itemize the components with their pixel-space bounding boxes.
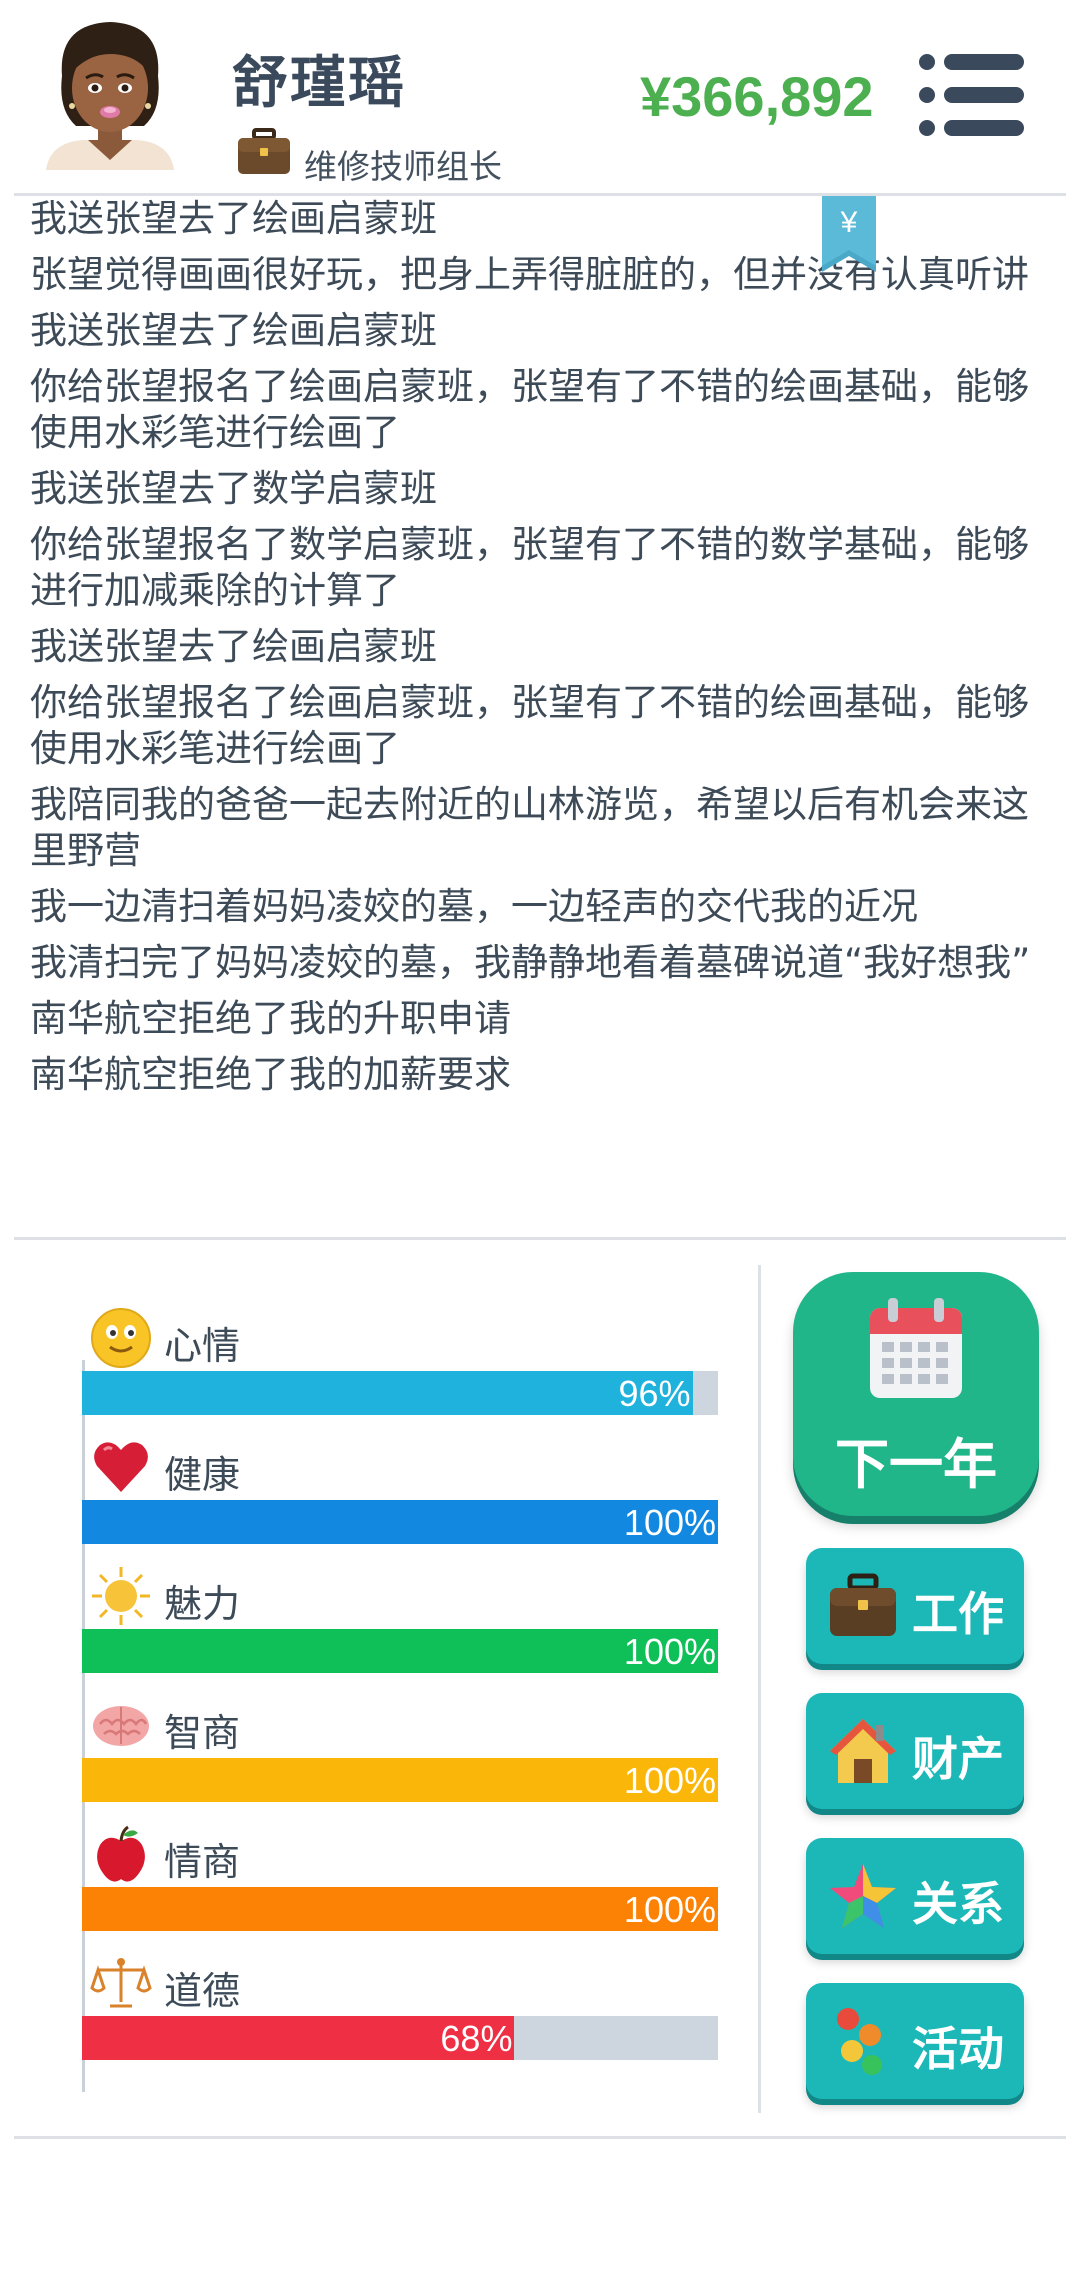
log-entry: 南华航空拒绝了我的加薪要求 xyxy=(30,1053,511,1096)
briefcase-icon xyxy=(238,128,290,174)
stat-percent: 96% xyxy=(618,1373,691,1414)
stat-bar-fill: 100% xyxy=(82,1887,718,1931)
activities-label: 活动 xyxy=(912,2022,1004,2076)
stat-bar-fill: 100% xyxy=(82,1500,718,1544)
next-year-label: 下一年 xyxy=(835,1433,997,1496)
money-balance: ¥366,892 xyxy=(640,65,874,128)
log-entry: 我送张望去了绘画启蒙班 xyxy=(30,625,437,668)
brain-icon xyxy=(90,1694,152,1756)
stat-percent: 68% xyxy=(440,2018,513,2059)
apple-icon xyxy=(90,1823,152,1885)
log-entry: 你给张望报名了数学启蒙班，张望有了不错的数学基础，能够进行加减乘除的计算了 xyxy=(30,523,1029,612)
stat-bar-track: 100% xyxy=(82,1629,718,1673)
stat-bar-track: 68% xyxy=(82,2016,718,2060)
stat-bar-fill: 96% xyxy=(82,1371,693,1415)
work-button[interactable]: 工作 xyxy=(806,1548,1024,1664)
activities-button[interactable]: 活动 xyxy=(806,1983,1024,2099)
relations-button[interactable]: 关系 xyxy=(806,1838,1024,1954)
log-divider xyxy=(14,1237,1066,1240)
life-sim-screen: 舒瑾瑶 维修技师组长 ¥366,892 我送张望去了绘画启蒙班张望觉得画画很好玩… xyxy=(0,0,1080,2280)
briefcase-icon xyxy=(830,1573,896,1636)
stat-row: 情商 100% xyxy=(82,1811,722,1941)
log-entry: 我陪同我的爸爸一起去附近的山林游览，希望以后有机会来这里野营 xyxy=(30,783,1029,872)
smiley-icon xyxy=(90,1307,152,1369)
stat-row: 健康 100% xyxy=(82,1424,722,1554)
stat-bar-track: 100% xyxy=(82,1500,718,1544)
heart-icon xyxy=(90,1436,152,1498)
house-icon xyxy=(830,1719,896,1783)
log-entry: 我送张望去了绘画启蒙班 xyxy=(30,309,437,352)
stat-label: 健康 xyxy=(164,1453,241,1497)
profile-header: 舒瑾瑶 维修技师组长 ¥366,892 xyxy=(0,0,1080,195)
attribute-stats: 心情 96% 健康 100% 魅力 100% 智商 100% 情商 100% 道德 68% xyxy=(82,1295,722,2095)
stat-row: 心情 96% xyxy=(82,1295,722,1425)
stat-label: 心情 xyxy=(164,1324,241,1368)
stat-bar-fill: 100% xyxy=(82,1758,718,1802)
stat-label: 道德 xyxy=(164,1969,241,2013)
stat-percent: 100% xyxy=(623,1502,716,1543)
vertical-divider xyxy=(758,1265,761,2113)
stat-percent: 100% xyxy=(623,1760,716,1801)
log-entry: 你给张望报名了绘画启蒙班，张望有了不错的绘画基础，能够使用水彩笔进行绘画了 xyxy=(30,365,1029,454)
bottom-divider xyxy=(14,2136,1066,2139)
log-entry: 你给张望报名了绘画启蒙班，张望有了不错的绘画基础，能够使用水彩笔进行绘画了 xyxy=(30,681,1029,770)
scales-icon xyxy=(90,1952,152,2014)
log-entry: 我一边清扫着妈妈凌姣的墓，一边轻声的交代我的近况 xyxy=(30,885,918,928)
property-label: 财产 xyxy=(912,1732,1004,1786)
stat-label: 魅力 xyxy=(164,1582,241,1626)
log-entry: 我送张望去了绘画启蒙班 xyxy=(30,197,437,240)
stat-percent: 100% xyxy=(623,1889,716,1930)
next-year-button[interactable]: 下一年 xyxy=(793,1272,1039,1516)
work-label: 工作 xyxy=(912,1587,1004,1641)
sun-icon xyxy=(90,1565,152,1627)
player-name: 舒瑾瑶 xyxy=(232,51,406,116)
log-entry: 南华航空拒绝了我的升职申请 xyxy=(30,997,511,1040)
log-entry: 我送张望去了数学启蒙班 xyxy=(30,467,437,510)
stat-label: 情商 xyxy=(164,1840,241,1884)
property-button[interactable]: 财产 xyxy=(806,1693,1024,1809)
stat-bar-fill: 68% xyxy=(82,2016,515,2060)
stat-bar-track: 96% xyxy=(82,1371,718,1415)
relations-label: 关系 xyxy=(912,1877,1004,1931)
stat-row: 魅力 100% xyxy=(82,1553,722,1683)
stat-bar-fill: 100% xyxy=(82,1629,718,1673)
stat-row: 道德 68% xyxy=(82,1940,722,2070)
job-title: 维修技师组长 xyxy=(304,147,502,186)
stat-percent: 100% xyxy=(623,1631,716,1672)
menu-icon[interactable] xyxy=(918,52,1026,138)
dots-icon xyxy=(837,2008,882,2075)
log-entry: 我清扫完了妈妈凌姣的墓，我静静地看着墓碑说道“我好想我” xyxy=(30,941,1031,984)
stat-bar-track: 100% xyxy=(82,1758,718,1802)
calendar-icon xyxy=(870,1298,962,1398)
stat-label: 智商 xyxy=(164,1711,241,1755)
avatar[interactable] xyxy=(40,14,180,170)
stat-bar-track: 100% xyxy=(82,1887,718,1931)
event-log[interactable]: 我送张望去了绘画启蒙班 张望觉得画画很好玩，把身上弄得脏脏的，但并没有认真听讲 我送… xyxy=(30,196,1050,1226)
svg-text:¥: ¥ xyxy=(840,206,858,239)
star-icon xyxy=(830,1864,896,1928)
bookmark-icon[interactable]: ¥ xyxy=(820,196,878,276)
log-entry: 张望觉得画画很好玩，把身上弄得脏脏的，但并没有认真听讲 xyxy=(30,253,1029,296)
stat-row: 智商 100% xyxy=(82,1682,722,1812)
